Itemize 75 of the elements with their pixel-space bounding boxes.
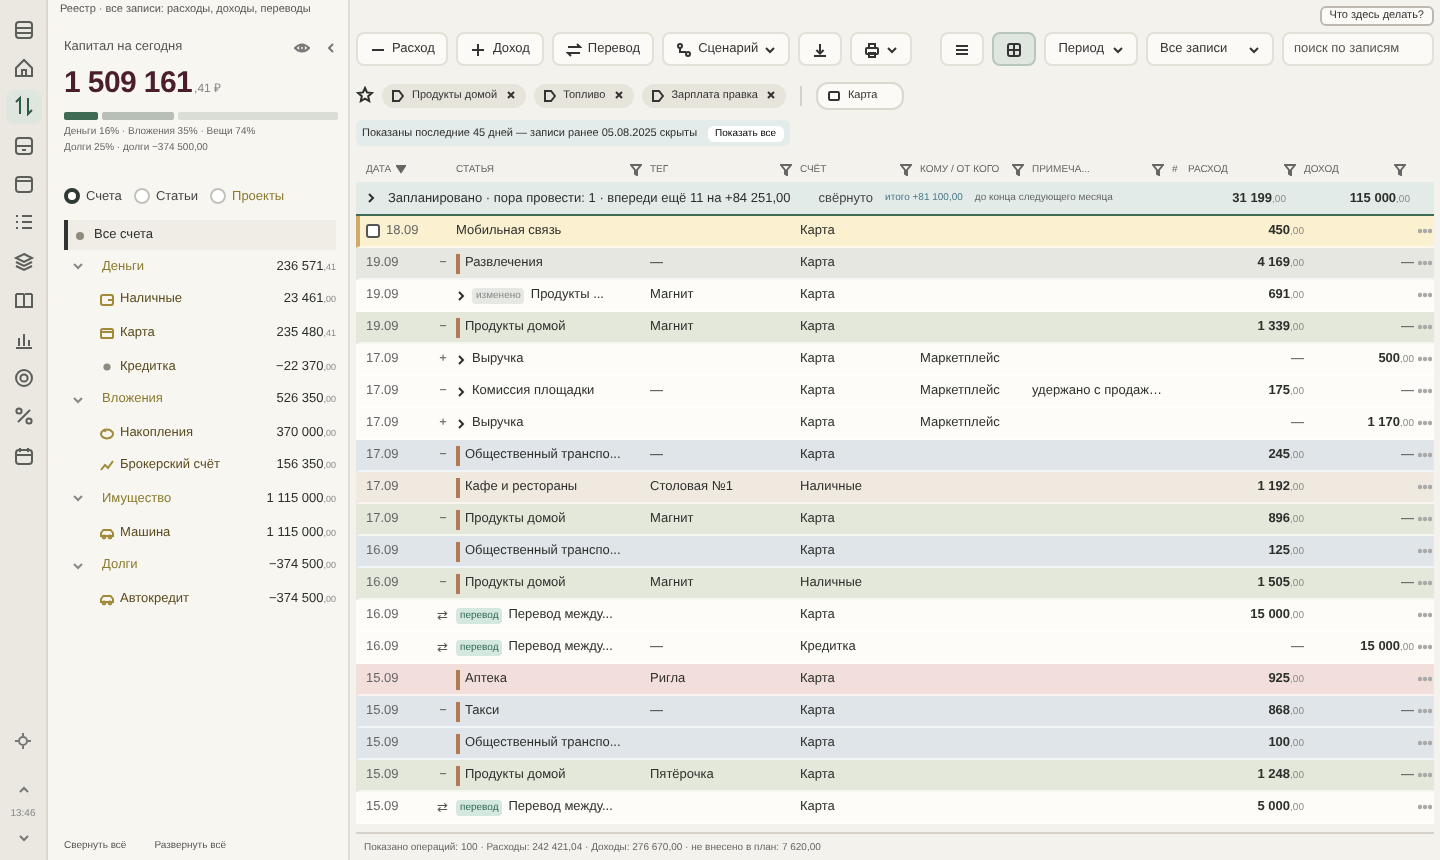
- wallet-icon: [100, 292, 114, 307]
- filter-icon[interactable]: [1152, 163, 1164, 175]
- caret-icon: [1112, 43, 1124, 55]
- close-icon[interactable]: [505, 90, 516, 100]
- lifebuoy-icon: [11, 366, 35, 391]
- row-checkbox[interactable]: [366, 224, 380, 238]
- view-toggle[interactable]: [940, 32, 985, 66]
- chevron-right-icon: [456, 353, 466, 365]
- category-marker: [456, 573, 459, 593]
- chevron-down-icon: [72, 393, 84, 406]
- filter-icon[interactable]: [780, 163, 792, 175]
- home-icon: [11, 55, 35, 80]
- percent-icon: [11, 404, 35, 429]
- chevron-right-icon: [456, 417, 466, 429]
- tag-icon: [392, 89, 404, 101]
- category-marker: [456, 477, 459, 497]
- category-marker: [456, 733, 459, 753]
- close-icon[interactable]: [613, 90, 624, 100]
- chevron-down-icon: [72, 559, 84, 572]
- download-icon: [812, 41, 829, 57]
- plus-icon: [470, 41, 487, 57]
- transfer-icon: [11, 94, 35, 119]
- layers-icon: [11, 249, 35, 274]
- car-icon: [100, 525, 114, 540]
- eye-icon[interactable]: [294, 41, 310, 53]
- caret-icon: [1248, 43, 1260, 55]
- close-icon[interactable]: [765, 90, 776, 100]
- sort-down-icon[interactable]: [395, 164, 406, 174]
- ledger-icon: [11, 17, 35, 41]
- transfer-icon: [565, 41, 582, 57]
- chevron-right-icon: [366, 192, 376, 204]
- view-toggle[interactable]: [992, 32, 1037, 66]
- caret-icon: [764, 43, 777, 55]
- chevron-down-icon: [72, 260, 84, 273]
- book-icon: [11, 288, 35, 313]
- rail-button[interactable]: [5, 89, 41, 124]
- trend-icon: [100, 458, 114, 473]
- chevron-right-icon: [456, 385, 466, 397]
- category-marker: [456, 541, 459, 561]
- checklist-icon: [11, 210, 35, 235]
- branch-icon: [676, 41, 693, 57]
- car-icon: [100, 591, 114, 606]
- category-marker: [456, 701, 459, 721]
- chevron-up-icon[interactable]: [17, 784, 29, 796]
- filter-icon[interactable]: [900, 163, 912, 175]
- chevron-right-icon: [456, 289, 466, 301]
- category-marker: [456, 253, 459, 273]
- chevron-down-icon: [17, 832, 29, 844]
- category-marker: [456, 317, 459, 337]
- star-icon[interactable]: [356, 86, 374, 104]
- tag-icon: [543, 89, 556, 101]
- category-marker: [456, 445, 459, 465]
- category-marker: [456, 509, 459, 529]
- dot-icon: [100, 359, 114, 374]
- download-button[interactable]: [798, 32, 843, 66]
- grid-view-icon: [1006, 41, 1023, 57]
- filter-icon[interactable]: [1394, 163, 1406, 175]
- list-view-icon: [954, 41, 971, 57]
- capital-amount: 1 509 161: [64, 66, 193, 100]
- calendar-icon: [11, 443, 35, 468]
- chevron-left-icon[interactable]: [326, 41, 336, 53]
- category-marker: [456, 669, 459, 689]
- tag-icon: [651, 89, 664, 101]
- caret-icon: [886, 43, 899, 55]
- filter-icon[interactable]: [630, 163, 642, 175]
- filter-icon[interactable]: [1284, 163, 1296, 175]
- card-icon: [100, 325, 114, 340]
- box-icon: [11, 133, 35, 158]
- printer-icon: [864, 41, 881, 57]
- card-icon: [827, 89, 840, 101]
- category-marker: [456, 765, 459, 785]
- chevron-down-icon: [72, 492, 84, 505]
- window-icon: [11, 172, 35, 197]
- filter-icon[interactable]: [1012, 163, 1024, 175]
- print-button[interactable]: [850, 32, 913, 66]
